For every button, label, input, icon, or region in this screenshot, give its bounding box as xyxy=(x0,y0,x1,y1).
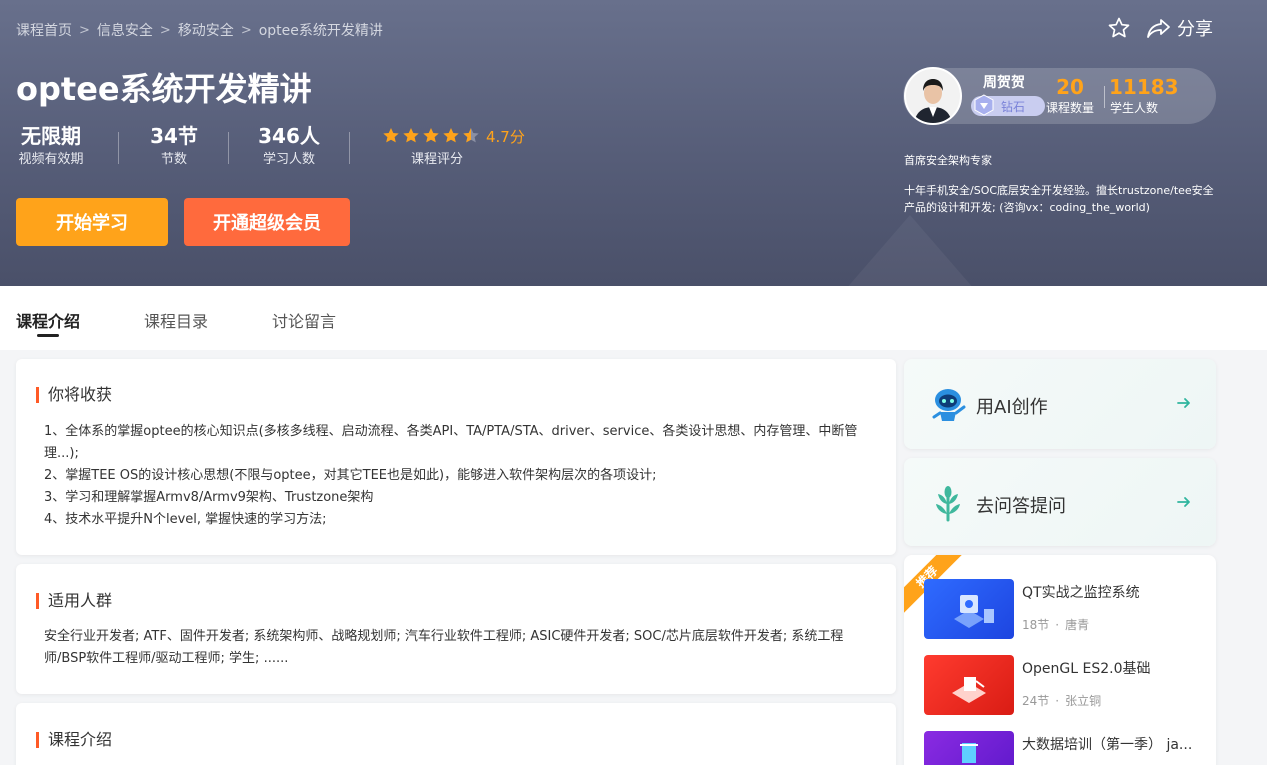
share-icon xyxy=(1147,19,1170,38)
recommend-item-author: 张立铜 xyxy=(1065,694,1102,708)
wheat-icon xyxy=(936,486,960,522)
section-title-intro: 课程介绍 xyxy=(36,731,112,749)
teacher-student-count-label: 学生人数 xyxy=(1109,101,1158,115)
teacher-course-count-value: 20 xyxy=(1056,75,1084,99)
tab-catalog[interactable]: 课程目录 xyxy=(144,308,208,332)
teacher-name[interactable]: 周贺贺 xyxy=(983,72,1025,92)
gain-item: 1、全体系的掌握optee的核心知识点(多核多线程、启动流程、各类API、TA/… xyxy=(44,424,858,461)
diamond-badge-icon xyxy=(974,94,994,116)
recommend-item[interactable]: QT实战之监控系统 18节 · 唐青 xyxy=(924,579,1204,639)
gain-item: 4、技术水平提升N个level, 掌握快速的学习方法; xyxy=(44,512,327,527)
recommend-item[interactable]: 大数据培训（第一季） ja... xyxy=(924,731,1204,765)
gain-list: 1、全体系的掌握optee的核心知识点(多核多线程、启动流程、各类API、TA/… xyxy=(44,421,880,531)
ask-question-card[interactable]: 去问答提问 xyxy=(904,458,1216,546)
recommend-card: 推荐 QT实战之监控系统 18节 · 唐青 OpenGL ES2.0基础 24节 · 张 xyxy=(904,555,1216,765)
teacher-student-count: 11183 学生人数 xyxy=(1109,74,1179,116)
stat-rating: 4.7分 课程评分 xyxy=(382,122,532,170)
course-title: optee系统开发精讲 xyxy=(16,70,312,108)
gain-item: 2、掌握TEE OS的设计核心思想(不限与optee，对其它TEE也是如此)，能… xyxy=(44,468,657,483)
stat-validity-label: 视频有效期 xyxy=(18,152,84,167)
top-actions: 分享 xyxy=(1106,15,1213,41)
teacher-description: 十年手机安全/SOC底层安全开发经验。擅长trustzone/tee安全产品的设… xyxy=(904,184,1214,214)
stat-learners-label: 学习人数 xyxy=(262,152,315,167)
chevron-right-icon: > xyxy=(79,22,90,38)
breadcrumb-home[interactable]: 课程首页 xyxy=(16,20,72,40)
teacher-course-count: 20 课程数量 xyxy=(1045,74,1095,116)
breadcrumb: 课程首页 > 信息安全 > 移动安全 > optee系统开发精讲 xyxy=(16,20,383,40)
breadcrumb-current: optee系统开发精讲 xyxy=(258,23,383,39)
recommend-item-meta: 18节 · 唐青 xyxy=(1022,618,1090,632)
ai-create-label: 用AI创作 xyxy=(976,397,1048,418)
recommend-item-meta: 24节 · 张立铜 xyxy=(1022,694,1102,708)
recommend-item[interactable]: OpenGL ES2.0基础 24节 · 张立铜 xyxy=(924,655,1204,715)
teacher-card[interactable]: 周贺贺 钻石 20 课程数量 11183 学生人数 xyxy=(903,67,1216,125)
recommend-item-title: QT实战之监控系统 xyxy=(1022,585,1140,601)
active-tab-indicator xyxy=(37,334,59,337)
star-icon[interactable] xyxy=(1106,15,1132,41)
arrow-right-icon xyxy=(1177,497,1190,507)
star-rating-icon xyxy=(383,128,479,143)
course-thumbnail xyxy=(924,655,1014,715)
rating-stars: 4.7分 xyxy=(382,122,532,150)
ai-create-card[interactable]: 用AI创作 xyxy=(904,359,1216,449)
divider xyxy=(118,132,119,164)
intro-card: 课程介绍 xyxy=(16,703,896,765)
divider xyxy=(1104,86,1105,108)
arrow-right-icon xyxy=(1177,398,1190,408)
audience-text: 安全行业开发者; ATF、固件开发者; 系统架构师、战略规划师; 汽车行业软件工… xyxy=(44,629,844,666)
stat-validity-value: 无限期 xyxy=(21,124,81,148)
breadcrumb-subcategory[interactable]: 移动安全 xyxy=(178,20,234,40)
stat-validity: 无限期 视频有效期 xyxy=(16,122,86,170)
recommend-item-author: 唐青 xyxy=(1065,618,1090,632)
divider xyxy=(228,132,229,164)
robot-icon xyxy=(932,389,966,421)
stat-lessons-label: 节数 xyxy=(160,152,187,167)
tab-intro[interactable]: 课程介绍 xyxy=(16,308,80,332)
course-thumbnail xyxy=(924,579,1014,639)
course-hero: 课程首页 > 信息安全 > 移动安全 > optee系统开发精讲 分享 opte… xyxy=(0,0,1267,286)
section-title-audience: 适用人群 xyxy=(36,592,112,610)
open-vip-button[interactable]: 开通超级会员 xyxy=(184,198,350,246)
rating-label: 课程评分 xyxy=(410,152,463,167)
course-thumbnail xyxy=(924,731,1014,765)
teacher-student-count-value: 11183 xyxy=(1109,75,1179,99)
level-badge: 钻石 xyxy=(971,94,1045,116)
avatar[interactable] xyxy=(904,67,962,125)
section-title-gain: 你将收获 xyxy=(36,386,112,404)
tab-discussion[interactable]: 讨论留言 xyxy=(272,308,336,332)
stat-learners: 346人 学习人数 xyxy=(252,122,326,170)
gain-card: 你将收获 1、全体系的掌握optee的核心知识点(多核多线程、启动流程、各类AP… xyxy=(16,359,896,555)
share-button[interactable]: 分享 xyxy=(1146,15,1213,41)
ask-question-label: 去问答提问 xyxy=(976,496,1066,517)
audience-card: 适用人群 安全行业开发者; ATF、固件开发者; 系统架构师、战略规划师; 汽车… xyxy=(16,564,896,694)
share-label: 分享 xyxy=(1177,19,1213,40)
course-tabs: 课程介绍 课程目录 讨论留言 xyxy=(0,286,1267,350)
rating-score: 4.7分 xyxy=(486,127,525,146)
chevron-right-icon: > xyxy=(240,22,252,38)
recommend-item-title: 大数据培训（第一季） ja... xyxy=(1022,737,1193,753)
breadcrumb-category[interactable]: 信息安全 xyxy=(97,20,153,40)
stat-learners-value: 346人 xyxy=(258,124,320,148)
teacher-title: 首席安全架构专家 xyxy=(904,154,992,167)
start-learning-button[interactable]: 开始学习 xyxy=(16,198,168,246)
gain-item: 3、学习和理解掌握Armv8/Armv9架构、Trustzone架构 xyxy=(44,490,374,505)
recommend-item-lessons: 24节 xyxy=(1022,694,1050,708)
badge-label: 钻石 xyxy=(1001,99,1026,114)
stat-lessons-value: 34节 xyxy=(150,124,198,148)
teacher-course-count-label: 课程数量 xyxy=(1045,101,1094,115)
chevron-right-icon: > xyxy=(159,22,171,38)
recommend-item-lessons: 18节 xyxy=(1022,618,1050,632)
hero-decoration xyxy=(845,215,975,286)
recommend-item-title: OpenGL ES2.0基础 xyxy=(1022,661,1151,677)
stat-lessons: 34节 节数 xyxy=(144,122,204,170)
